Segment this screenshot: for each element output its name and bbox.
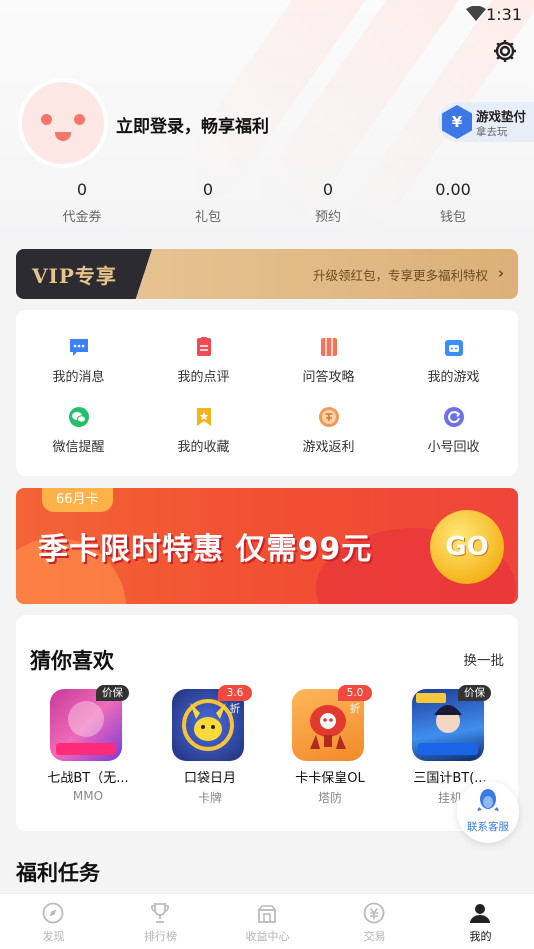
game-name: 七战BT（无... [47,771,129,786]
pay-badge-subtitle: 拿去玩 [476,126,508,138]
bottom-navigation: 发现 排行榜 收益中心 交易 我的 [0,893,534,949]
season-card-promo-banner[interactable]: 66月卡 季卡限时特惠 仅需99元 GO [16,488,518,604]
grid-item-label: 游戏返利 [302,440,355,455]
wechat-icon [69,407,89,427]
section-title: 猜你喜欢 [30,649,114,673]
vip-description: 升级领红包，专享更多福利特权 [312,268,488,283]
grid-item-my-games[interactable]: 我的游戏 [391,336,516,396]
user-icon [470,904,490,923]
price-guarantee-badge: 价保 [458,685,491,701]
nav-label: 我的 [469,930,492,943]
stat-vouchers[interactable]: 0 代金券 [32,178,132,225]
grid-item-label: 我的收藏 [177,440,230,455]
grid-item-label: 我的消息 [52,370,105,385]
game-genre: MMO [72,789,104,803]
nav-label: 发现 [42,930,65,943]
stat-label: 钱包 [439,210,466,225]
qq-penguin-icon [477,789,499,811]
game-genre: 塔防 [317,791,342,805]
settings-gear-icon[interactable] [492,38,518,64]
rebate-icon [319,407,339,427]
discount-badge: 3.6折 [218,685,252,715]
login-prompt[interactable]: 立即登录，畅享福利 [116,112,269,137]
gamepad-icon [445,340,463,356]
nav-trade[interactable]: 交易 [321,894,428,949]
vip-banner[interactable]: VIP专享 升级领红包，专享更多福利特权 › [16,249,518,299]
nav-ranking[interactable]: 排行榜 [107,894,214,949]
chevron-right-icon: › [497,264,504,282]
game-name: 卡卡保皇OL [295,771,365,786]
status-bar: 1:31 [0,0,534,30]
grid-item-favorites[interactable]: 我的收藏 [141,406,266,466]
stat-wallet[interactable]: 0.00 钱包 [403,178,503,225]
trophy-icon [151,903,169,923]
grid-item-label: 小号回收 [427,440,480,455]
nav-label: 排行榜 [144,930,177,943]
nav-label: 交易 [363,930,386,943]
grid-item-guides[interactable]: 问答攻略 [266,336,391,396]
stats-row: 0 代金券 0 礼包 0 预约 0.00 钱包 [0,178,534,230]
recycle-icon [444,407,464,427]
price-guarantee-badge: 价保 [96,685,129,701]
stat-reservations[interactable]: 0 预约 [278,178,378,225]
stat-value: 0 [76,180,88,199]
stat-value: 0 [322,180,334,199]
game-genre: 卡牌 [197,791,222,805]
promo-tag: 66月卡 [42,488,113,512]
wifi-icon [466,6,486,21]
go-button[interactable]: GO [430,510,504,584]
bookmark-icon [197,408,211,426]
welfare-section-title: 福利任务 [16,861,100,885]
compass-icon [42,902,64,924]
book-icon [321,338,337,356]
stat-gifts[interactable]: 0 礼包 [158,178,258,225]
vip-label-block: VIP专享 [16,249,152,299]
game-name: 口袋日月 [183,771,236,786]
avatar[interactable] [22,82,104,164]
message-icon [70,339,88,356]
yuan-shield-icon: ¥ [442,105,472,139]
stat-label: 礼包 [194,210,221,225]
grid-item-label: 问答攻略 [302,370,355,385]
trade-icon [363,902,385,924]
grid-item-messages[interactable]: 我的消息 [16,336,141,396]
recommended-games-card: 猜你喜欢 换一批 价保 七战BT（无... MMO 3.6折 口袋日月 卡牌 5… [16,615,518,831]
stat-value: 0 [202,180,214,199]
stat-label: 预约 [314,210,341,225]
avatar-eye [41,114,52,125]
game-prepay-badge[interactable]: ¥ 游戏垫付 拿去玩 [438,102,534,142]
avatar-eye [74,114,85,125]
grid-item-label: 微信提醒 [52,440,105,455]
avatar-mouth [55,132,71,141]
stat-label: 代金券 [62,210,102,225]
nav-earnings[interactable]: 收益中心 [214,894,321,949]
grid-item-rebate[interactable]: 游戏返利 [266,406,391,466]
promo-headline: 季卡限时特惠 仅需99元 [38,532,373,567]
discount-badge: 5.0折 [338,685,372,715]
grid-item-label: 我的点评 [177,370,230,385]
store-icon [257,905,277,923]
nav-discover[interactable]: 发现 [0,894,107,949]
grid-item-wechat[interactable]: 微信提醒 [16,406,141,466]
grid-item-label: 我的游戏 [427,370,480,385]
pay-badge-title: 游戏垫付 [476,109,527,124]
nav-label: 收益中心 [245,930,290,943]
grid-item-reviews[interactable]: 我的点评 [141,336,266,396]
customer-service-button[interactable]: 联系客服 [457,781,519,843]
stat-value: 0.00 [435,180,471,199]
customer-service-label: 联系客服 [467,821,509,833]
nav-mine[interactable]: 我的 [427,894,534,949]
status-time: 1:31 [486,5,522,24]
review-icon [197,337,211,356]
feature-grid-card: 我的消息 我的点评 问答攻略 我的游戏 微信提醒 我的收藏 游戏返利 小号回收 [16,310,518,476]
vip-title: VIP专享 [32,264,117,288]
grid-item-account-recycle[interactable]: 小号回收 [391,406,516,466]
refresh-batch-button[interactable]: 换一批 [464,649,505,669]
